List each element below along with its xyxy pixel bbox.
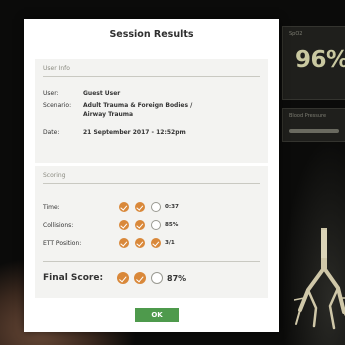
check-filled-icon bbox=[151, 238, 161, 248]
session-results-dialog: Session Results User Info User: Guest Us… bbox=[24, 19, 279, 332]
scoring-heading: Scoring bbox=[43, 172, 66, 179]
check-empty-icon bbox=[151, 220, 161, 230]
date-value: 21 September 2017 - 12:52pm bbox=[83, 129, 186, 136]
divider bbox=[43, 76, 260, 77]
check-filled-icon bbox=[119, 238, 129, 248]
secondary-monitor-panel: Blood Pressure bbox=[282, 108, 345, 142]
user-info-heading: User Info bbox=[43, 65, 70, 72]
secondary-monitor-bar bbox=[289, 129, 339, 133]
user-info-section: User Info User: Guest User Scenario: Adu… bbox=[35, 59, 268, 163]
collisions-value: 85% bbox=[165, 222, 179, 228]
time-value: 0:37 bbox=[165, 204, 179, 210]
airway-3d-model bbox=[294, 228, 345, 330]
user-value: Guest User bbox=[83, 90, 121, 97]
check-filled-icon bbox=[119, 202, 129, 212]
check-filled-icon bbox=[135, 202, 145, 212]
final-score-label: Final Score: bbox=[43, 273, 104, 283]
scoring-section: Scoring Time: 0:37 Collisions: 85% ETT P… bbox=[35, 166, 268, 298]
spo2-monitor-panel: SpO2 96% bbox=[282, 26, 345, 100]
check-filled-icon bbox=[134, 272, 146, 284]
check-filled-icon bbox=[119, 220, 129, 230]
collisions-label: Collisions: bbox=[43, 222, 74, 229]
divider bbox=[43, 183, 260, 184]
dialog-title: Session Results bbox=[109, 29, 194, 40]
check-filled-icon bbox=[135, 220, 145, 230]
secondary-monitor-label: Blood Pressure bbox=[289, 113, 327, 119]
check-filled-icon bbox=[117, 272, 129, 284]
check-empty-icon bbox=[151, 202, 161, 212]
spo2-value: 96% bbox=[295, 47, 345, 73]
ok-button[interactable]: OK bbox=[135, 308, 179, 322]
divider bbox=[43, 261, 260, 262]
time-label: Time: bbox=[43, 204, 60, 211]
spo2-label: SpO2 bbox=[289, 31, 303, 37]
scenario-value: Adult Trauma & Foreign Bodies / Airway T… bbox=[83, 102, 193, 118]
check-filled-icon bbox=[135, 238, 145, 248]
ett-position-value: 3/1 bbox=[165, 240, 175, 246]
final-score-value: 87% bbox=[167, 273, 187, 283]
ett-position-label: ETT Position: bbox=[43, 240, 82, 247]
check-empty-icon bbox=[151, 272, 163, 284]
